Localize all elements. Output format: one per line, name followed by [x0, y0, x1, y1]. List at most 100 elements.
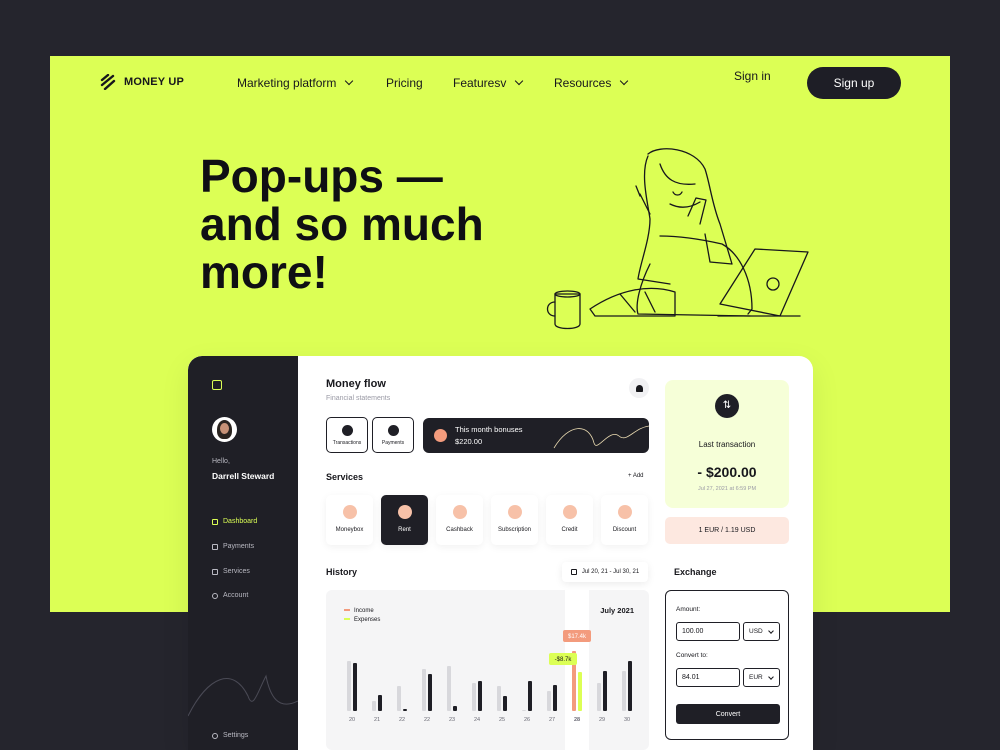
chevron-down-icon [620, 76, 629, 86]
service-label: Moneybox [335, 527, 364, 533]
convert-currency-select[interactable]: EUR [743, 668, 780, 687]
bar-income [422, 669, 426, 711]
transactions-button[interactable]: Transactions [326, 417, 368, 453]
x-tick-label: 22 [399, 717, 405, 723]
service-subscription[interactable]: Subscription [491, 495, 538, 545]
button-label: Transactions [332, 439, 362, 446]
hero-headline: Pop-ups — and so much more! [200, 152, 484, 296]
bar-expenses [428, 674, 432, 711]
chart-title: July 2021 [600, 606, 634, 615]
history-chart-svg: Income Expenses July 2021 20 21 22 22 23 24 25 26 2… [344, 590, 634, 750]
annotation-label: $17.4k [568, 634, 587, 640]
piggy-bank-icon [342, 505, 357, 519]
bar-expenses [378, 695, 382, 711]
amount-label: Amount: [676, 606, 701, 613]
service-discount[interactable]: Discount [601, 495, 648, 545]
service-rent[interactable]: Rent [381, 495, 428, 545]
bar-income [522, 710, 526, 711]
legend-swatch-expenses [344, 618, 350, 620]
wallet-icon [387, 424, 399, 436]
page-title: Money flow [326, 378, 386, 390]
sidebar-item-label: Settings [223, 732, 249, 739]
amount-currency-select[interactable]: USD [743, 622, 780, 641]
date-range-label: Jul 20, 21 - Jul 30, 21 [581, 569, 640, 575]
nav-resources[interactable]: Resources [554, 76, 629, 90]
nav-label: Resources [554, 76, 612, 90]
tag-icon [617, 505, 632, 519]
bar-income [547, 691, 551, 711]
nav-features[interactable]: Featuresv [453, 76, 524, 90]
signin-link[interactable]: Sign in [734, 69, 771, 83]
headline-line: and so much [200, 198, 484, 250]
convert-label: Convert to: [676, 652, 708, 659]
payments-button[interactable]: Payments [372, 417, 414, 453]
user-icon [212, 592, 218, 599]
bar-expenses [603, 671, 607, 711]
bar-income [372, 701, 376, 711]
bonus-card[interactable]: This month bonuses $220.00 [423, 418, 649, 453]
sidebar-item-label: Services [223, 568, 250, 575]
amount-input[interactable]: 100.00 [676, 622, 740, 641]
service-label: Rent [398, 527, 411, 533]
last-transaction-amount: - $200.00 [697, 464, 757, 480]
nav-marketing-platform[interactable]: Marketing platform [237, 76, 354, 90]
bar-expenses [528, 681, 532, 711]
bar-income [597, 683, 601, 711]
dashboard-mockup: Hello, Darrell Steward Dashboard Payment… [188, 356, 813, 750]
decorative-curve [188, 674, 298, 717]
sidebar-item-payments[interactable]: Payments [212, 543, 254, 550]
x-tick-label: 24 [474, 717, 480, 723]
bar-expenses [503, 696, 507, 711]
sidebar-item-account[interactable]: Account [212, 592, 248, 599]
x-tick-label: 29 [599, 717, 605, 723]
user-name: Darrell Steward [212, 471, 275, 481]
add-service-button[interactable]: + Add [628, 473, 644, 479]
date-range-picker[interactable]: Jul 20, 21 - Jul 30, 21 [562, 562, 648, 582]
bar-expenses [353, 663, 357, 711]
convert-input[interactable]: 84.01 [676, 668, 740, 687]
bar-income [472, 683, 476, 711]
services-title: Services [326, 472, 364, 482]
nav-label: Pricing [386, 76, 423, 90]
service-label: Cashback [446, 527, 473, 533]
history-chart: Income Expenses July 2021 20 21 22 22 23 24 25 26 2… [326, 590, 649, 750]
gear-icon [212, 732, 218, 739]
button-label: Payments [381, 439, 405, 446]
service-label: Credit [561, 527, 578, 533]
legend-label-expenses: Expenses [354, 617, 380, 623]
bar-income [622, 671, 626, 711]
signup-button[interactable]: Sign up [807, 67, 901, 99]
brand-logo[interactable]: MONEY UP [100, 73, 185, 91]
x-tick-label: 23 [449, 717, 455, 723]
sidebar-item-settings[interactable]: Settings [212, 732, 248, 739]
service-credit[interactable]: Credit [546, 495, 593, 545]
x-tick-label: 30 [624, 717, 630, 723]
bar-income [397, 686, 401, 711]
service-label: Subscription [497, 527, 532, 533]
money-bag-icon [452, 505, 467, 519]
brand-name: MONEY UP [124, 76, 185, 88]
exchange-title: Exchange [674, 567, 717, 577]
sidebar-item-services[interactable]: Services [212, 568, 250, 575]
greeting: Hello, [212, 458, 230, 465]
service-cashback[interactable]: Cashback [436, 495, 483, 545]
sidebar-item-label: Account [223, 592, 249, 599]
bar-expenses [578, 672, 582, 711]
house-icon [397, 505, 412, 519]
convert-button[interactable]: Convert [676, 704, 780, 724]
bar-expenses [453, 706, 457, 711]
headline-line: Pop-ups — [200, 150, 443, 202]
nav-label: Marketing platform [237, 76, 337, 90]
sidebar-item-dashboard[interactable]: Dashboard [212, 518, 257, 525]
bar-expenses [478, 681, 482, 711]
service-label: Discount [612, 527, 637, 533]
nav-pricing[interactable]: Pricing [386, 76, 423, 90]
logo-icon [100, 73, 116, 91]
app-logo-icon[interactable] [212, 380, 222, 390]
legend-swatch-income [344, 609, 350, 611]
history-title: History [326, 567, 358, 577]
last-transaction-date: Jul 27, 2021 at 6:59 PM [697, 486, 757, 492]
avatar[interactable] [212, 417, 237, 442]
service-moneybox[interactable]: Moneybox [326, 495, 373, 545]
notification-button[interactable] [629, 378, 649, 398]
